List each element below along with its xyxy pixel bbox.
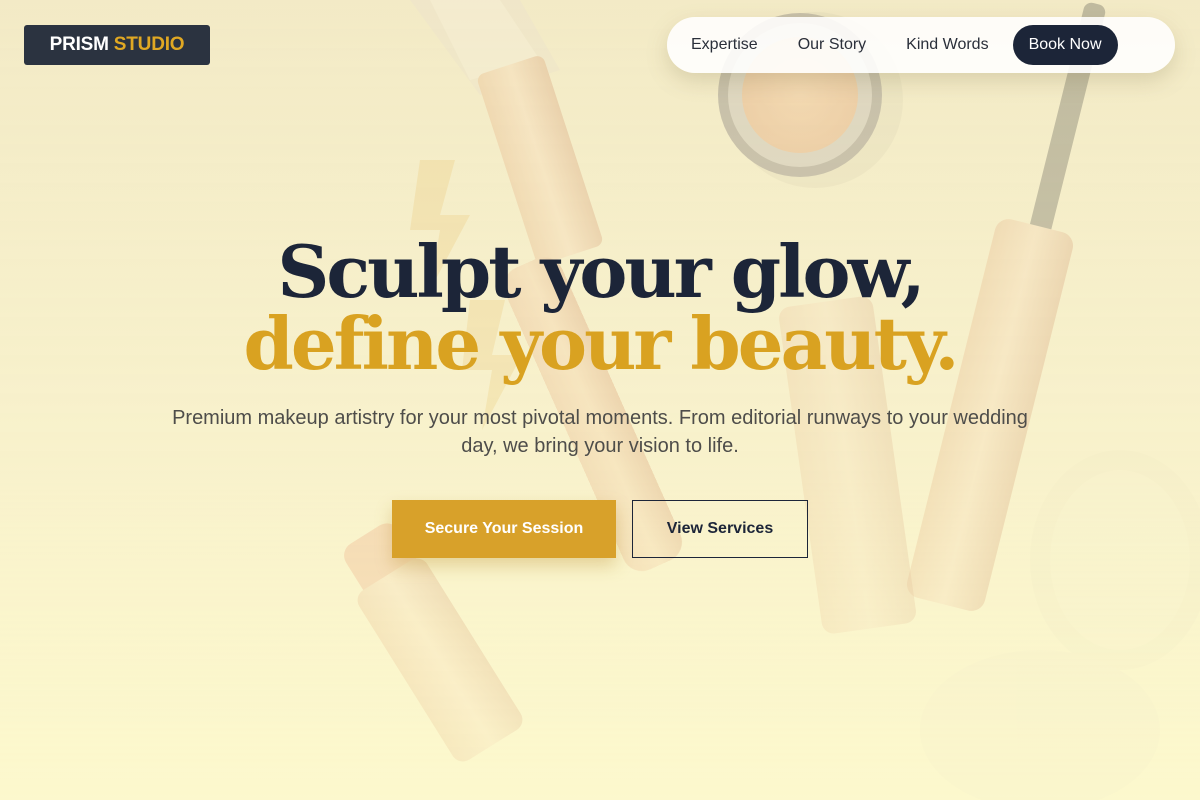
hero-section: Sculpt your glow, define your beauty. Pr… <box>0 236 1200 558</box>
brand-logo[interactable]: PRISM STUDIO <box>24 25 210 65</box>
nav-link-our-story[interactable]: Our Story <box>798 36 866 54</box>
view-services-button[interactable]: View Services <box>632 500 808 558</box>
nav-link-kind-words[interactable]: Kind Words <box>906 36 988 54</box>
book-now-button[interactable]: Book Now <box>1012 25 1118 65</box>
main-nav: Expertise Our Story Kind Words Book Now <box>667 17 1175 73</box>
brand-name-primary: PRISM <box>49 34 109 55</box>
hero-subtext: Premium makeup artistry for your most pi… <box>172 407 1028 457</box>
hero-cta-group: Secure Your Session View Services <box>0 500 1200 558</box>
hero-headline: Sculpt your glow, define your beauty. <box>0 236 1200 380</box>
brand-name-accent: STUDIO <box>113 34 185 55</box>
nav-link-expertise[interactable]: Expertise <box>691 36 758 54</box>
hero-headline-line1: Sculpt your glow, <box>277 229 925 314</box>
secure-session-button[interactable]: Secure Your Session <box>392 500 616 558</box>
hero-headline-line2: define your beauty. <box>243 301 960 386</box>
